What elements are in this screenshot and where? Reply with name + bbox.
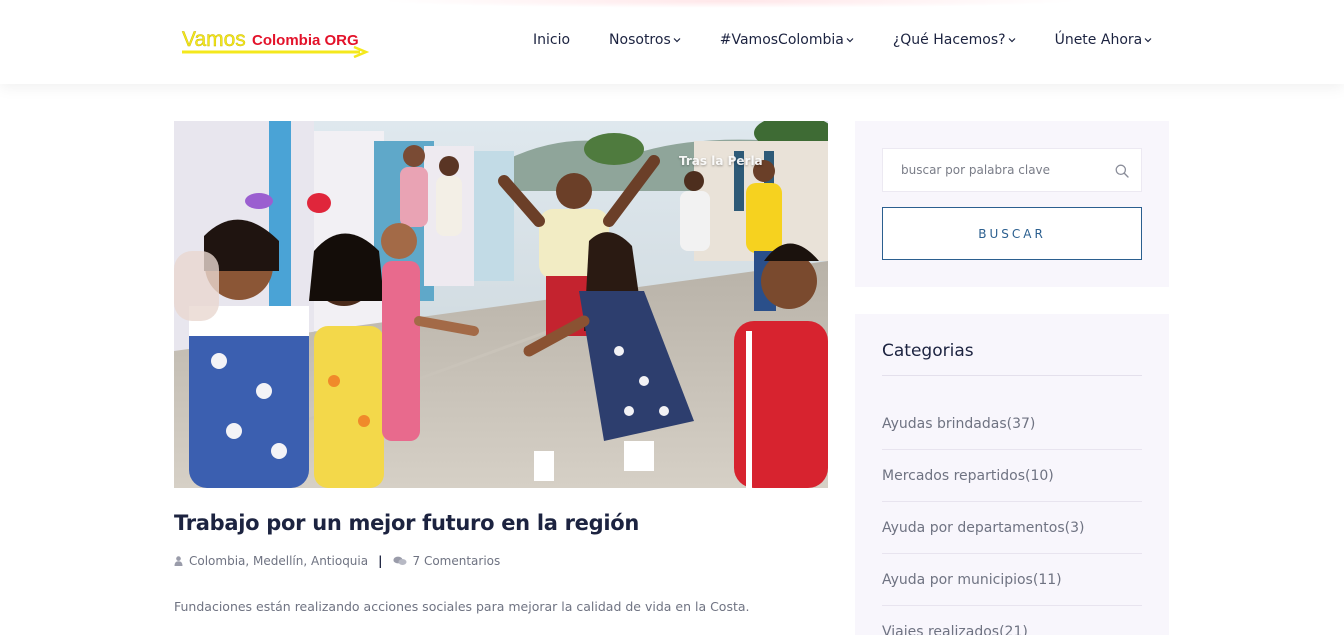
categories-widget: Categorias Ayudas brindadas(37) Mercados… (855, 314, 1169, 635)
image-watermark: Tras la Perla (679, 154, 763, 168)
category-item-ayuda-por-departamentos[interactable]: Ayuda por departamentos(3) (882, 502, 1142, 554)
category-item-viajes-realizados[interactable]: Viajes realizados(21) (882, 606, 1142, 635)
search-button[interactable]: BUSCAR (882, 207, 1142, 260)
site-logo[interactable]: Vamos Colombia ORG (180, 22, 370, 58)
chevron-down-icon (1008, 37, 1016, 43)
post-title[interactable]: Trabajo por un mejor futuro en la región (174, 511, 639, 535)
nav-item-label: Únete Ahora (1054, 32, 1143, 48)
post-comments-link[interactable]: 7 Comentarios (413, 554, 501, 568)
search-widget: BUSCAR (855, 121, 1169, 287)
nav-item-inicio[interactable]: Inicio (533, 30, 570, 50)
logo-word-colombia: Colombia ORG (252, 32, 359, 49)
search-input[interactable] (883, 149, 1109, 191)
user-icon (174, 556, 183, 566)
site-header: Vamos Colombia ORG Inicio Nosotros #Vamo… (0, 0, 1344, 84)
post-meta: Colombia, Medellín, Antioquia | 7 Coment… (174, 554, 500, 568)
post-excerpt: Fundaciones están realizando acciones so… (174, 599, 750, 614)
main-nav: Inicio Nosotros #VamosColombia ¿Qué Hace… (533, 30, 1152, 50)
featured-image-illustration (174, 121, 828, 488)
post-location[interactable]: Colombia, Medellín, Antioquia (189, 554, 368, 568)
logo-graphic: Vamos Colombia ORG (182, 28, 370, 58)
divider (882, 375, 1142, 376)
chevron-down-icon (1144, 37, 1152, 43)
header-decoration (380, 0, 1080, 8)
search-field (882, 148, 1142, 192)
search-icon[interactable] (1115, 163, 1129, 182)
logo-word-vamos: Vamos (182, 28, 246, 51)
nav-item-nosotros[interactable]: Nosotros (609, 30, 681, 50)
nav-item-label: Inicio (533, 32, 571, 48)
nav-item-unete-ahora[interactable]: Únete Ahora (1055, 30, 1153, 50)
comments-icon (392, 556, 407, 566)
categories-list: Ayudas brindadas(37) Mercados repartidos… (882, 398, 1142, 635)
categories-title: Categorias (882, 341, 974, 361)
chevron-down-icon (673, 37, 681, 43)
nav-item-label: ¿Qué Hacemos? (892, 32, 1006, 48)
category-item-mercados-repartidos[interactable]: Mercados repartidos(10) (882, 450, 1142, 502)
category-item-ayuda-por-municipios[interactable]: Ayuda por municipios(11) (882, 554, 1142, 606)
meta-separator: | (378, 554, 383, 568)
category-item-ayudas-brindadas[interactable]: Ayudas brindadas(37) (882, 398, 1142, 450)
nav-item-label: #VamosColombia (719, 32, 844, 48)
chevron-down-icon (846, 37, 854, 43)
nav-item-vamoscolombia[interactable]: #VamosColombia (720, 30, 854, 50)
nav-item-label: Nosotros (609, 32, 671, 48)
nav-item-que-hacemos[interactable]: ¿Qué Hacemos? (893, 30, 1016, 50)
post-featured-image[interactable]: Tras la Perla (174, 121, 828, 488)
